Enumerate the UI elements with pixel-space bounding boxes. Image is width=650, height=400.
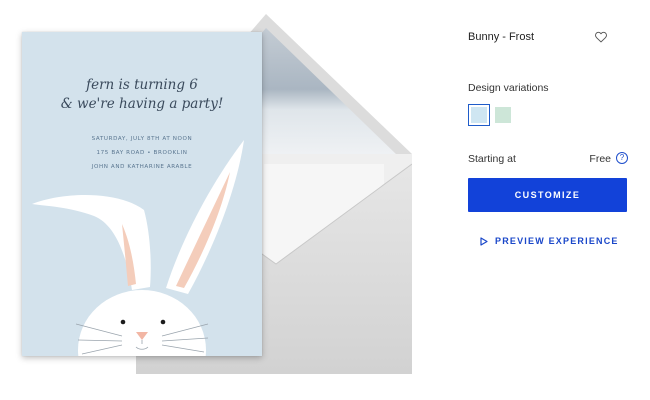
swatch-mint[interactable] — [495, 107, 511, 123]
starting-at-label: Starting at — [468, 153, 516, 165]
card-detail-line: 175 BAY ROAD • BROOKLIN — [96, 150, 188, 156]
product-title: Bunny - Frost — [468, 31, 535, 43]
preview-experience-label: PREVIEW EXPERIENCE — [495, 236, 619, 246]
card-detail-line: JOHN AND KATHARINE ARABLE — [91, 164, 193, 170]
heart-outline-icon[interactable] — [594, 30, 608, 44]
price-value: Free — [589, 153, 611, 165]
preview-experience-link[interactable]: PREVIEW EXPERIENCE — [480, 234, 619, 248]
card-script-line: fern is turning 6 — [86, 77, 198, 93]
customize-button[interactable]: CUSTOMIZE — [468, 178, 627, 212]
play-outline-icon — [480, 236, 488, 246]
card-script-line: & we're having a party! — [60, 96, 224, 112]
invitation-preview: fern is turning 6 & we're having a party… — [0, 0, 440, 400]
invitation-card: fern is turning 6 & we're having a party… — [22, 32, 262, 356]
design-variations-label: Design variations — [468, 82, 549, 94]
card-details: SATURDAY, JULY 8TH AT NOON 175 BAY ROAD … — [22, 132, 262, 174]
swatch-frost[interactable] — [468, 104, 490, 126]
card-script-text: fern is turning 6 & we're having a party… — [22, 76, 262, 114]
product-panel: Bunny - Frost Design variations Starting… — [468, 0, 628, 400]
card-detail-line: SATURDAY, JULY 8TH AT NOON — [91, 136, 193, 142]
question-circle-icon[interactable]: ? — [616, 152, 628, 164]
